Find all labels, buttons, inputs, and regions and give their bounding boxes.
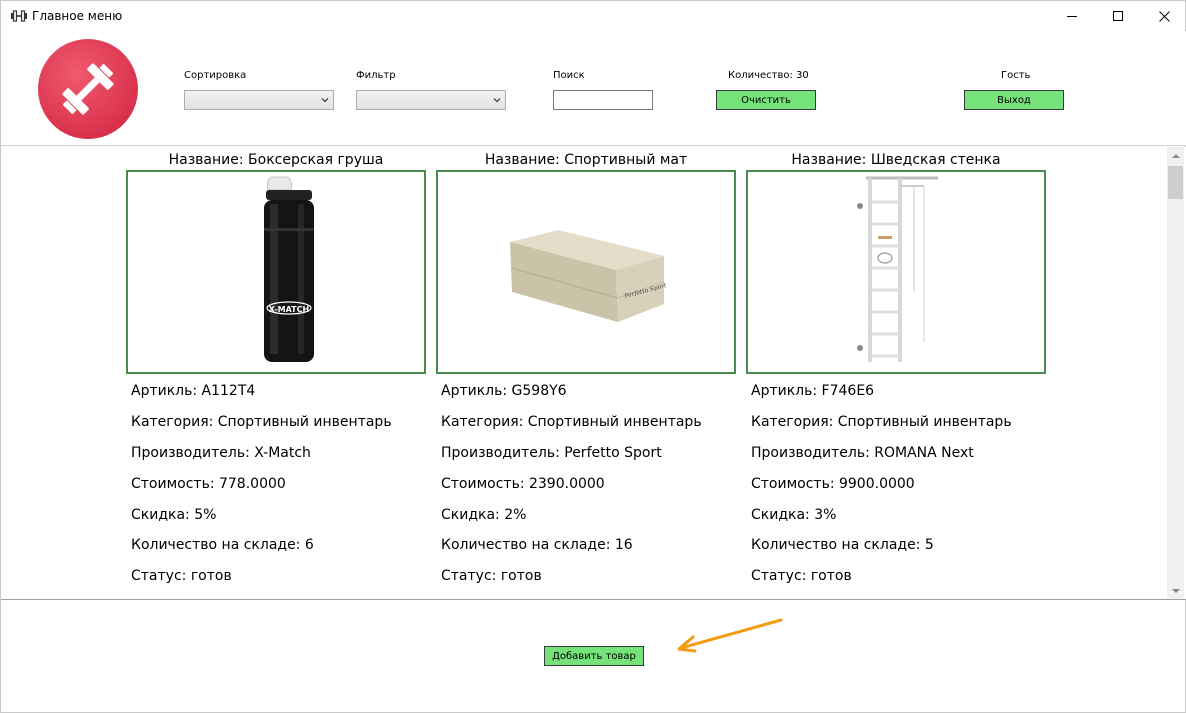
- count-label: Количество: 30: [728, 70, 809, 81]
- window-title: Главное меню: [32, 9, 123, 23]
- chevron-up-icon: [1171, 153, 1180, 158]
- product-article: Артикль: G598Y6: [441, 383, 567, 399]
- product-card[interactable]: Название: Шведская стенка Артикль: F746E…: [746, 147, 1046, 599]
- product-title: Название: Шведская стенка: [791, 152, 1001, 168]
- product-category: Категория: Спортивный инвентарь: [441, 414, 702, 430]
- user-label: Гость: [1001, 70, 1031, 81]
- product-manufacturer: Производитель: Perfetto Sport: [441, 445, 662, 461]
- chevron-down-icon: [493, 98, 501, 103]
- scroll-thumb[interactable]: [1168, 166, 1183, 199]
- product-discount: Скидка: 2%: [441, 507, 527, 523]
- maximize-button[interactable]: [1095, 1, 1141, 31]
- product-discount: Скидка: 5%: [131, 507, 217, 523]
- main-window: Главное меню Сортировка Фильтр Поиск Кол…: [0, 0, 1186, 713]
- scroll-down-button[interactable]: [1167, 582, 1184, 599]
- chevron-down-icon: [1171, 588, 1180, 593]
- product-price: Стоимость: 9900.0000: [751, 476, 915, 492]
- clear-button[interactable]: Очистить: [716, 90, 816, 110]
- maximize-icon: [1112, 10, 1123, 21]
- annotation-arrow-icon: [677, 618, 783, 653]
- product-card[interactable]: Название: Спортивный мат Perfetto Sport …: [436, 147, 736, 599]
- close-icon: [1158, 10, 1170, 22]
- filter-label: Фильтр: [356, 70, 396, 81]
- product-status: Статус: готов: [441, 568, 542, 584]
- search-label: Поиск: [553, 70, 585, 81]
- product-stock: Количество на складе: 16: [441, 537, 633, 553]
- sort-combobox[interactable]: [184, 90, 334, 110]
- scroll-up-button[interactable]: [1167, 147, 1184, 164]
- toolbar-panel: Сортировка Фильтр Поиск Количество: 30 О…: [1, 31, 1186, 146]
- minimize-button[interactable]: [1049, 1, 1095, 31]
- logo-icon: [38, 39, 138, 139]
- product-title: Название: Спортивный мат: [484, 152, 688, 168]
- product-article: Артикль: F746E6: [751, 383, 875, 399]
- product-status: Статус: готов: [751, 568, 852, 584]
- product-title: Название: Боксерская груша: [168, 152, 384, 168]
- product-category: Категория: Спортивный инвентарь: [751, 414, 1012, 430]
- title-bar: Главное меню: [1, 1, 1185, 31]
- product-discount: Скидка: 3%: [751, 507, 837, 523]
- wall-bars-image: [857, 176, 938, 362]
- product-category: Категория: Спортивный инвентарь: [131, 414, 392, 430]
- product-card[interactable]: Название: Боксерская груша X-MATCH Артик…: [126, 147, 426, 599]
- product-manufacturer: Производитель: X-Match: [131, 445, 311, 461]
- svg-text:X-MATCH: X-MATCH: [269, 305, 309, 314]
- product-stock: Количество на складе: 5: [751, 537, 934, 553]
- product-article: Артикль: A112T4: [131, 383, 256, 399]
- close-button[interactable]: [1141, 1, 1186, 31]
- product-manufacturer: Производитель: ROMANA Next: [751, 445, 974, 461]
- product-price: Стоимость: 778.0000: [131, 476, 286, 492]
- add-product-button[interactable]: Добавить товар: [544, 646, 644, 666]
- product-price: Стоимость: 2390.0000: [441, 476, 605, 492]
- product-stock: Количество на складе: 6: [131, 537, 314, 553]
- exit-button[interactable]: Выход: [964, 90, 1064, 110]
- product-image-frame: [746, 170, 1046, 374]
- product-status: Статус: готов: [131, 568, 232, 584]
- product-list[interactable]: Название: Боксерская груша X-MATCH Артик…: [1, 147, 1186, 600]
- search-input[interactable]: [553, 90, 653, 110]
- product-image-frame: X-MATCH: [126, 170, 426, 374]
- sort-label: Сортировка: [184, 70, 247, 81]
- dumbbell-icon: [11, 10, 27, 22]
- punching-bag-image: X-MATCH: [264, 176, 314, 362]
- chevron-down-icon: [321, 98, 329, 103]
- minimize-icon: [1066, 15, 1077, 17]
- vertical-scrollbar[interactable]: [1167, 147, 1184, 599]
- gym-mat-image: Perfetto Sport: [510, 178, 668, 368]
- product-image-frame: Perfetto Sport: [436, 170, 736, 374]
- filter-combobox[interactable]: [356, 90, 506, 110]
